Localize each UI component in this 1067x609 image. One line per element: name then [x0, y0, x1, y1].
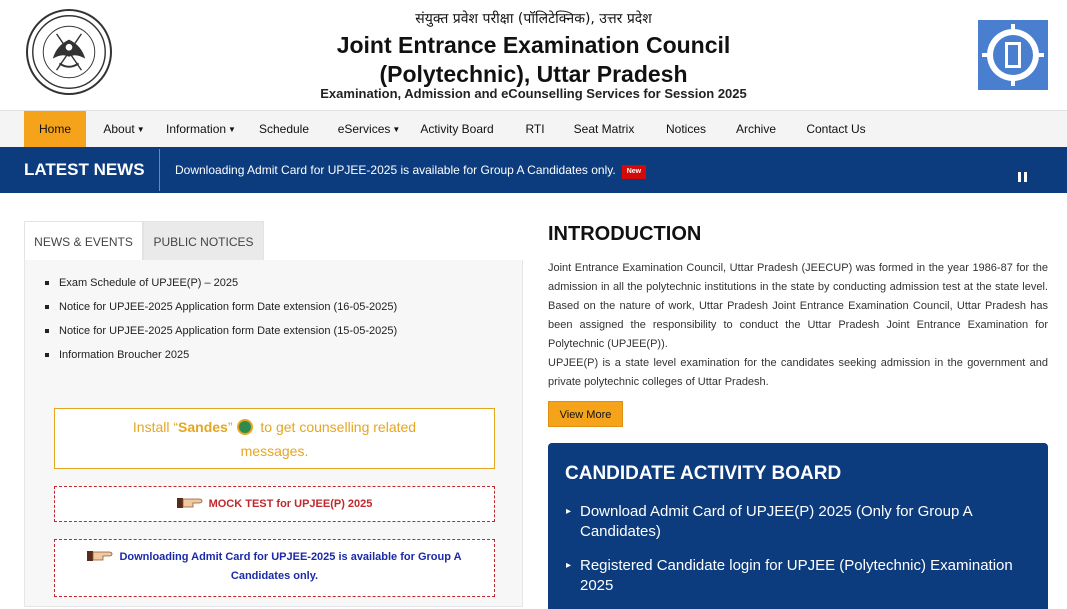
latest-news-ticker: LATEST NEWS Downloading Admit Card for U…	[0, 147, 1067, 193]
activity-item-admit-card[interactable]: Download Admit Card of UPJEE(P) 2025 (On…	[566, 502, 1020, 542]
introduction-text: Joint Entrance Examination Council, Utta…	[548, 259, 1048, 392]
sandes-after-icon: to get counselling related	[256, 419, 417, 435]
nav-activity-board[interactable]: Activity Board	[414, 111, 500, 147]
tab-public-notices[interactable]: PUBLIC NOTICES	[143, 221, 264, 261]
admit-card-text-1: Downloading Admit Card for UPJEE-2025 is…	[119, 551, 462, 563]
nav-rti-label: RTI	[525, 122, 545, 136]
nav-information-label: Information	[166, 122, 227, 136]
news-item[interactable]: Notice for UPJEE-2025 Application form D…	[45, 320, 397, 344]
chevron-down-icon: ▼	[392, 125, 401, 134]
news-item[interactable]: Information Broucher 2025	[45, 344, 397, 368]
ticker-news-text: Downloading Admit Card for UPJEE-2025 is…	[175, 163, 616, 177]
news-list: Exam Schedule of UPJEE(P) – 2025 Notice …	[45, 272, 397, 368]
ticker-label: LATEST NEWS	[24, 160, 145, 179]
nav-archive[interactable]: Archive	[730, 111, 782, 147]
activity-board-title: CANDIDATE ACTIVITY BOARD	[565, 463, 842, 484]
nav-eservices-label: eServices	[337, 122, 391, 136]
admit-card-notice-link[interactable]: Downloading Admit Card for UPJEE-2025 is…	[54, 539, 495, 597]
chevron-down-icon: ▼	[228, 125, 236, 134]
view-more-button[interactable]: View More	[548, 401, 623, 427]
title-line-1: Joint Entrance Examination Council	[336, 32, 731, 58]
admit-card-line-1: Downloading Admit Card for UPJEE-2025 is…	[55, 548, 494, 567]
nav-contact-us[interactable]: Contact Us	[800, 111, 872, 147]
news-item[interactable]: Notice for UPJEE-2025 Application form D…	[45, 296, 397, 320]
ticker-news-link[interactable]: Downloading Admit Card for UPJEE-2025 is…	[175, 147, 647, 193]
news-panel: Exam Schedule of UPJEE(P) – 2025 Notice …	[24, 260, 523, 607]
nav-activity-board-label: Activity Board	[420, 122, 494, 136]
mock-test-label: MOCK TEST for UPJEE(P) 2025	[208, 498, 373, 510]
pointing-hand-icon	[87, 551, 113, 561]
sandes-line-1: Install “Sandes” to get counselling rela…	[55, 415, 494, 439]
sandes-app-icon	[236, 419, 253, 435]
page-title: Joint Entrance Examination Council (Poly…	[0, 31, 1067, 89]
ticker-divider	[159, 149, 160, 191]
site-header: संयुक्त प्रवेश परीक्षा (पॉलिटेक्निक), उत…	[0, 0, 1067, 110]
nav-contact-us-label: Contact Us	[806, 122, 866, 136]
nav-home-label: Home	[38, 122, 71, 136]
new-badge: New	[621, 165, 647, 179]
sandes-prefix: Install “	[132, 419, 179, 435]
news-item[interactable]: Exam Schedule of UPJEE(P) – 2025	[45, 272, 397, 296]
pointing-hand-icon	[176, 498, 202, 508]
candidate-activity-board: CANDIDATE ACTIVITY BOARD Download Admit …	[548, 443, 1048, 609]
intro-paragraph-2: UPJEE(P) is a state level examination fo…	[548, 357, 1048, 388]
nav-rti[interactable]: RTI	[518, 111, 552, 147]
nav-home[interactable]: Home	[24, 111, 86, 147]
title-line-2: (Polytechnic), Uttar Pradesh	[379, 61, 688, 87]
nav-seat-matrix-label: Seat Matrix	[573, 122, 635, 136]
mock-test-link[interactable]: MOCK TEST for UPJEE(P) 2025	[54, 486, 495, 522]
sandes-suffix: ”	[227, 419, 233, 435]
activity-item-candidate-login[interactable]: Registered Candidate login for UPJEE (Po…	[566, 556, 1020, 596]
nav-about-label: About	[103, 122, 135, 136]
sandes-name: Sandes	[178, 419, 228, 435]
jeecup-logo-icon[interactable]	[978, 20, 1048, 90]
nav-schedule-label: Schedule	[258, 122, 310, 136]
admit-card-line-2: Candidates only.	[230, 570, 319, 582]
pause-icon[interactable]	[1018, 172, 1028, 182]
nav-seat-matrix[interactable]: Seat Matrix	[566, 111, 642, 147]
nav-notices-label: Notices	[665, 122, 706, 136]
nav-eservices[interactable]: eServices ▼	[334, 111, 404, 147]
nav-archive-label: Archive	[735, 122, 776, 136]
nav-notices[interactable]: Notices	[658, 111, 714, 147]
sandes-install-banner[interactable]: Install “Sandes” to get counselling rela…	[54, 408, 495, 469]
hindi-title: संयुक्त प्रवेश परीक्षा (पॉलिटेक्निक), उत…	[415, 11, 652, 27]
nav-about[interactable]: About ▼	[96, 111, 152, 147]
nav-schedule[interactable]: Schedule	[254, 111, 314, 147]
nav-information[interactable]: Information ▼	[160, 111, 242, 147]
tab-news-events[interactable]: NEWS & EVENTS	[24, 221, 143, 261]
intro-paragraph-1: Joint Entrance Examination Council, Utta…	[548, 262, 1048, 350]
introduction-heading: INTRODUCTION	[548, 223, 702, 245]
page-subtitle: Examination, Admission and eCounselling …	[320, 86, 747, 101]
sandes-line-2: messages.	[240, 443, 309, 459]
chevron-down-icon: ▼	[136, 125, 145, 134]
main-navigation: Home About ▼ Information ▼ Schedule eServi…	[0, 110, 1067, 147]
